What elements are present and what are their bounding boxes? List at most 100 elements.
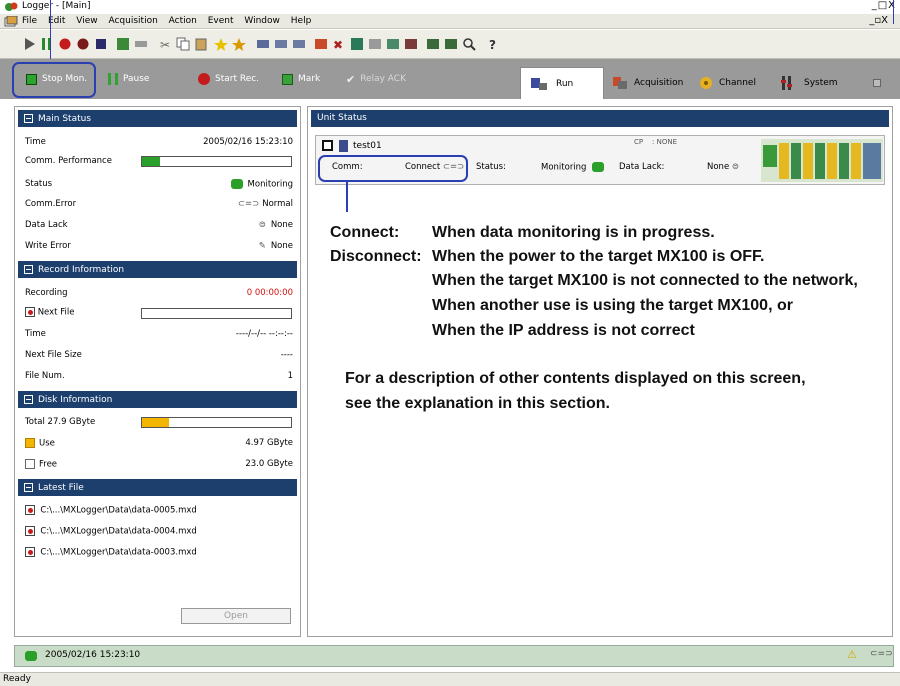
- layout-1-icon[interactable]: [256, 37, 270, 51]
- menu-view[interactable]: View: [76, 14, 97, 29]
- wizard-icon[interactable]: [214, 37, 228, 51]
- comm-performance-label: Comm. Performance: [25, 156, 112, 166]
- callout-leader-line: [346, 182, 348, 212]
- menu-file[interactable]: File: [22, 14, 37, 29]
- data-lack-icon: ⊜: [258, 220, 266, 230]
- pause-label: Pause: [123, 74, 150, 84]
- relay-ack-button[interactable]: ✔ Relay ACK: [346, 70, 406, 88]
- record-time-row: Time ----/--/-- --:--:--: [25, 329, 293, 343]
- digital-icon[interactable]: [368, 37, 382, 51]
- time-label: Time: [25, 137, 46, 147]
- svg-text:✂: ✂: [160, 38, 170, 51]
- stop-icon[interactable]: [94, 37, 108, 51]
- disk-usage-fill: [142, 418, 169, 427]
- disk-info-title: Disk Information: [38, 394, 113, 405]
- data-lack-label: Data Lack: [25, 220, 68, 230]
- svg-text:?: ?: [489, 38, 496, 51]
- unit-checkbox-icon[interactable]: [322, 140, 333, 151]
- record-info-title: Record Information: [38, 264, 125, 275]
- next-file-size-value: ----: [280, 350, 293, 360]
- comm-error-row: Comm.Error ⊂=⊃ Normal: [25, 199, 293, 213]
- wizard-run-icon[interactable]: [232, 37, 246, 51]
- recording-label: Recording: [25, 288, 68, 298]
- free-swatch-icon: [25, 459, 35, 469]
- monitoring-icon: [592, 162, 605, 172]
- mark-button[interactable]: Mark: [282, 70, 320, 88]
- trend-icon[interactable]: [350, 37, 364, 51]
- comm-error-value: ⊂=⊃ Normal: [237, 199, 293, 209]
- data-lack-value: ⊜ None: [258, 220, 293, 230]
- mark-icon[interactable]: [116, 37, 130, 51]
- menu-window[interactable]: Window: [244, 14, 280, 29]
- unit-status-value: Monitoring: [541, 162, 605, 173]
- disk-use-label: Use: [25, 438, 55, 449]
- acquisition-icon[interactable]: [314, 37, 328, 51]
- menu-acquisition[interactable]: Acquisition: [108, 14, 157, 29]
- svg-text:✖: ✖: [333, 38, 343, 51]
- cut-icon[interactable]: ✂: [158, 37, 172, 51]
- cascade-icon[interactable]: [444, 37, 458, 51]
- comm-performance-bar: [141, 156, 292, 167]
- data-lack-icon: ⊜: [731, 162, 740, 172]
- tab-system[interactable]: System: [780, 68, 838, 98]
- pause-button[interactable]: Pause: [108, 70, 149, 88]
- unit-data-lack-label: Data Lack:: [619, 162, 665, 172]
- menu-action[interactable]: Action: [169, 14, 197, 29]
- latest-file-path: C:\...\MXLogger\Data\data-0004.mxd: [40, 526, 197, 537]
- panel-toggle-icon[interactable]: [873, 79, 881, 87]
- pause-icon[interactable]: [40, 37, 54, 51]
- record-icon[interactable]: [58, 37, 72, 51]
- time-row: Time 2005/02/16 15:23:10: [25, 137, 293, 151]
- start-rec-button[interactable]: Start Rec.: [198, 70, 259, 88]
- file-icon: [25, 526, 35, 536]
- mdi-controls[interactable]: _▫X: [869, 14, 888, 28]
- disk-free-value: 23.0 GByte: [245, 459, 293, 469]
- help-icon[interactable]: ?: [486, 37, 500, 51]
- latest-file-item[interactable]: C:\...\MXLogger\Data\data-0003.mxd: [25, 547, 293, 561]
- acquisition-icon: [613, 77, 627, 89]
- tab-run[interactable]: Run: [520, 67, 604, 99]
- layout-3-icon[interactable]: [292, 37, 306, 51]
- meter-icon[interactable]: [404, 37, 418, 51]
- alarm-icon[interactable]: ✖: [332, 37, 346, 51]
- layout-2-icon[interactable]: [274, 37, 288, 51]
- record-info-header[interactable]: Record Information: [18, 261, 297, 278]
- tab-channel[interactable]: Channel: [698, 68, 756, 98]
- latest-file-item[interactable]: C:\...\MXLogger\Data\data-0005.mxd: [25, 505, 293, 519]
- record-pause-icon[interactable]: [76, 37, 90, 51]
- disk-free-label: Free: [25, 459, 57, 470]
- document-icon: [4, 16, 18, 27]
- channel-icon: [700, 77, 712, 89]
- next-file-row: Next File: [25, 307, 293, 321]
- disk-info-header[interactable]: Disk Information: [18, 391, 297, 408]
- bar-icon[interactable]: [386, 37, 400, 51]
- menu-help[interactable]: Help: [291, 14, 312, 29]
- zoom-icon[interactable]: [462, 37, 476, 51]
- comm-performance-fill: [142, 157, 160, 166]
- open-button[interactable]: Open: [181, 608, 291, 624]
- next-file-field: [141, 308, 292, 319]
- write-error-row: Write Error ✎ None: [25, 241, 293, 255]
- disconnect-line: When another use is using the target MX1…: [432, 297, 793, 314]
- connector-icon: ⊂=⊃: [870, 649, 893, 659]
- menu-event[interactable]: Event: [208, 14, 234, 29]
- title-bar: Logger - [Main] _□X: [0, 0, 900, 14]
- comm-highlight: [318, 155, 468, 182]
- relay-ack-icon: ✔: [346, 72, 356, 86]
- file-icon: [25, 505, 35, 515]
- bell-icon[interactable]: ⚠: [847, 648, 857, 661]
- comm-performance-row: Comm. Performance: [25, 156, 293, 170]
- tab-acquisition[interactable]: Acquisition: [612, 68, 683, 98]
- paste-icon[interactable]: [194, 37, 208, 51]
- play-icon[interactable]: [22, 37, 36, 51]
- copy-icon[interactable]: [176, 37, 190, 51]
- status-bar: Ready: [0, 672, 900, 686]
- main-status-header[interactable]: Main Status: [18, 110, 297, 127]
- relay-icon[interactable]: [134, 37, 148, 51]
- file-num-row: File Num. 1: [25, 371, 293, 385]
- collapse-icon: [24, 483, 33, 492]
- latest-file-item[interactable]: C:\...\MXLogger\Data\data-0004.mxd: [25, 526, 293, 540]
- tile-icon[interactable]: [426, 37, 440, 51]
- latest-file-header[interactable]: Latest File: [18, 479, 297, 496]
- monitoring-icon: [25, 651, 37, 661]
